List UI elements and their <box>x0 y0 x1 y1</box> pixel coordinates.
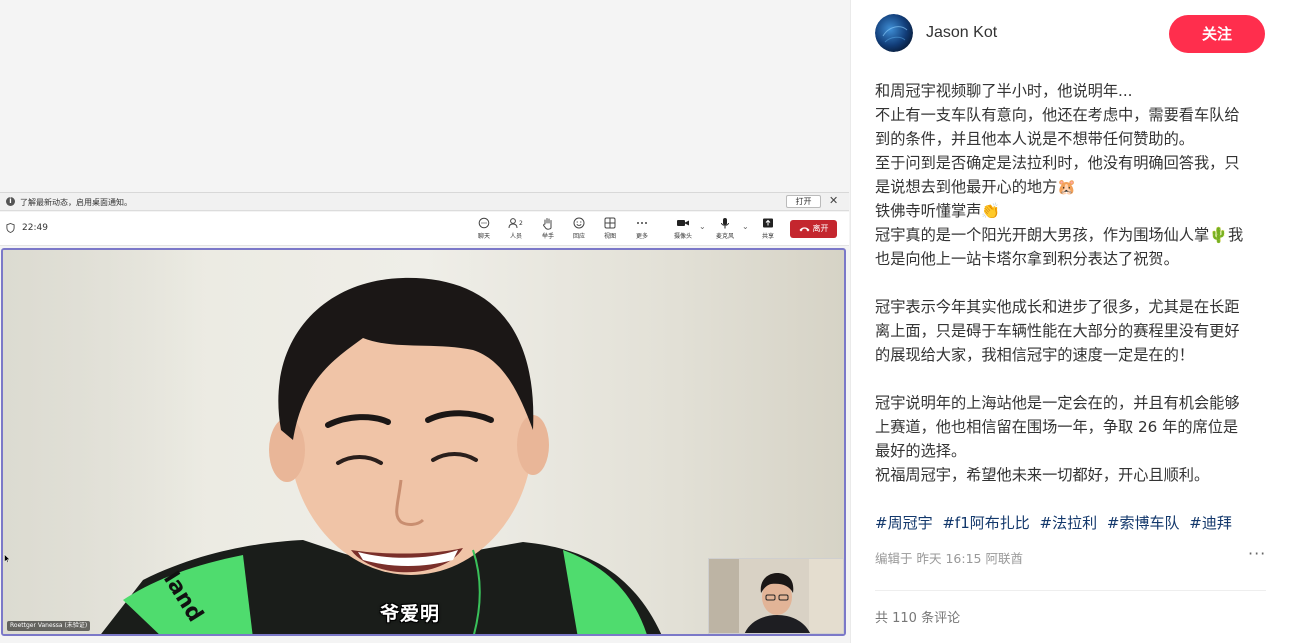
post-line: 是说想去到他最开心的地方🐹 <box>875 178 1077 196</box>
meeting-timer: 22:49 <box>22 223 48 233</box>
share-icon <box>754 217 782 232</box>
post-line: 冠宇说明年的上海站他是一定会在的，并且有机会能够 <box>875 394 1240 412</box>
close-icon[interactable]: ✕ <box>829 194 838 207</box>
raise-hand-button[interactable]: 举手 <box>534 217 562 243</box>
more-options-icon[interactable]: ··· <box>1248 544 1266 563</box>
post-line: 到的条件，并且他本人说是不想带任何赞助的。 <box>875 130 1194 148</box>
chat-label: 聊天 <box>477 233 490 240</box>
hashtag-link[interactable]: #索博车队 <box>1107 514 1180 532</box>
leave-label: 离开 <box>812 224 829 233</box>
meeting-toolbar: 22:49 聊天 2 人员 举手 回应 视图 更多 摄像头 ⌄ 麦克风 ⌄ 共享… <box>0 212 849 246</box>
chat-icon <box>470 217 498 232</box>
post-body: 和周冠宇视频聊了半小时，他说明年... 不止有一支车队有意向，他还在考虑中，需要… <box>875 79 1270 487</box>
people-button[interactable]: 2 人员 <box>502 217 530 243</box>
mouse-cursor-icon <box>4 554 10 563</box>
info-icon: i <box>6 197 15 206</box>
raise-hand-icon <box>534 217 562 232</box>
self-view-video[interactable] <box>708 558 844 634</box>
more-label: 更多 <box>635 233 648 240</box>
post-line: 冠宇真的是一个阳光开朗大男孩，作为围场仙人掌🌵我 <box>875 226 1244 244</box>
reaction-label: 回应 <box>572 233 585 240</box>
camera-label: 摄像头 <box>673 233 692 240</box>
share-label: 共享 <box>761 233 774 240</box>
chat-button[interactable]: 聊天 <box>470 217 498 243</box>
follow-button[interactable]: 关注 <box>1169 15 1265 53</box>
post-line: 的展现给大家，我相信冠宇的速度一定是在的！ <box>875 346 1194 364</box>
camera-icon <box>669 217 697 232</box>
post-line: 铁佛寺听懂掌声👏 <box>875 202 1001 220</box>
camera-button[interactable]: 摄像头 <box>669 217 697 243</box>
more-icon <box>628 217 656 232</box>
share-button[interactable]: 共享 <box>754 217 782 243</box>
leave-button[interactable]: 离开 <box>790 220 837 238</box>
screenshot-area: i 了解最新动态，启用桌面通知。 打开 ✕ 22:49 聊天 2 人员 举手 回… <box>0 0 850 643</box>
comment-count: 共 110 条评论 <box>875 611 961 626</box>
self-view-image <box>709 559 843 633</box>
people-count: 2 <box>519 220 523 227</box>
hashtag-link[interactable]: #周冠宇 <box>875 514 933 532</box>
post-line: 和周冠宇视频聊了半小时，他说明年... <box>875 82 1133 100</box>
notification-message: 了解最新动态，启用桌面通知。 <box>20 198 132 207</box>
hashtag-link[interactable]: #迪拜 <box>1189 514 1232 532</box>
phone-hangup-icon <box>799 226 809 231</box>
author-avatar[interactable] <box>875 14 913 52</box>
divider <box>875 590 1266 591</box>
participant-name-tag: Roettger Vanessa (未验证) <box>7 621 91 631</box>
mic-label: 麦克风 <box>715 233 734 240</box>
camera-options-chevron-icon[interactable]: ⌄ <box>699 222 706 231</box>
post-line: 离上面，只是碍于车辆性能在大部分的赛程里没有更好 <box>875 322 1240 340</box>
post-line: 最好的选择。 <box>875 442 967 460</box>
people-label: 人员 <box>509 233 522 240</box>
reaction-icon <box>565 217 593 232</box>
post-line: 也是向他上一站卡塔尔拿到积分表达了祝贺。 <box>875 250 1179 268</box>
post-meta: 编辑于 昨天 16:15 阿联酋 <box>875 551 1023 566</box>
post-line: 上赛道，他也相信留在围场一年，争取 26 年的席位是 <box>875 418 1239 436</box>
view-label: 视图 <box>603 233 616 240</box>
mic-options-chevron-icon[interactable]: ⌄ <box>742 222 749 231</box>
shield-icon <box>6 223 15 233</box>
open-notifications-button[interactable]: 打开 <box>786 195 821 208</box>
more-button[interactable]: 更多 <box>628 217 656 243</box>
mic-icon <box>711 217 739 232</box>
post-line: 冠宇表示今年其实他成长和进步了很多，尤其是在长距 <box>875 298 1240 316</box>
hashtag-link[interactable]: #f1阿布扎比 <box>942 514 1029 532</box>
post-detail-panel: Jason Kot 关注 和周冠宇视频聊了半小时，他说明年... 不止有一支车队… <box>850 0 1289 643</box>
hashtag-link[interactable]: #法拉利 <box>1040 514 1098 532</box>
view-icon <box>596 217 624 232</box>
hashtag-list: #周冠宇 #f1阿布扎比 #法拉利 #索博车队 #迪拜 <box>875 512 1275 534</box>
video-subtitle: 爷爱明 <box>380 603 441 625</box>
post-line: 不止有一支车队有意向，他还在考虑中，需要看车队给 <box>875 106 1240 124</box>
reaction-button[interactable]: 回应 <box>565 217 593 243</box>
author-name[interactable]: Jason Kot <box>926 24 997 42</box>
mic-button[interactable]: 麦克风 <box>711 217 739 243</box>
view-button[interactable]: 视图 <box>596 217 624 243</box>
participant-video: land Roettger Vanessa (未验证) 爷爱明 <box>1 248 846 636</box>
post-line: 祝福周冠宇，希望他未来一切都好，开心且顺利。 <box>875 466 1210 484</box>
people-icon: 2 <box>502 217 530 232</box>
raise-hand-label: 举手 <box>541 233 554 240</box>
post-line: 至于问到是否确定是法拉利时，他没有明确回答我，只 <box>875 154 1240 172</box>
notification-bar: i 了解最新动态，启用桌面通知。 打开 ✕ <box>0 192 849 211</box>
